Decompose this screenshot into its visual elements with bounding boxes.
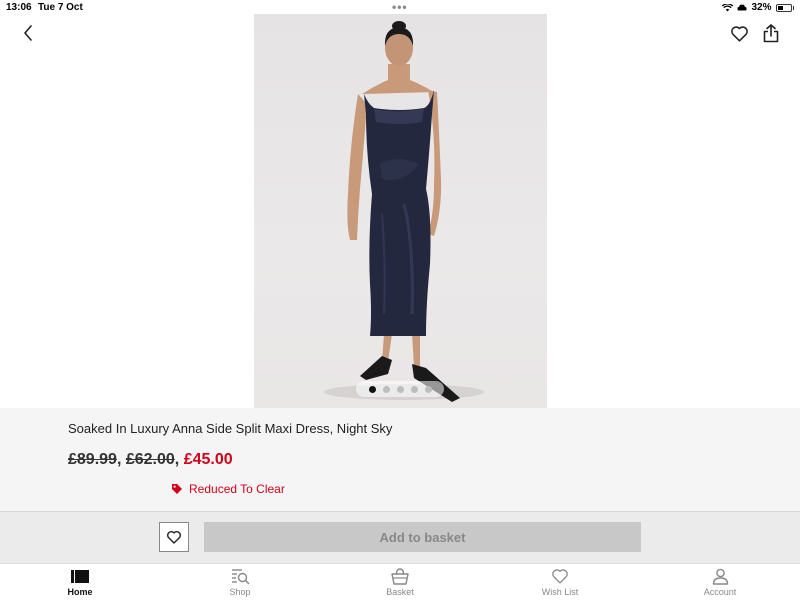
bottom-tab-bar: Home Shop Basket Wish List Account [0,563,800,600]
product-prices: £89.99, £62.00, £45.00 [68,451,233,469]
price-separator: , [116,451,122,468]
wishlist-toggle-button[interactable] [159,522,189,552]
add-to-wishlist-button[interactable] [727,21,751,45]
add-to-basket-button[interactable]: Add to basket [204,522,641,552]
price-tag-icon [172,484,182,494]
battery-percent: 32% [751,2,772,13]
product-info: Soaked In Luxury Anna Side Split Maxi Dr… [0,408,800,511]
product-title: Soaked In Luxury Anna Side Split Maxi Dr… [68,421,393,436]
heart-icon [550,567,570,585]
tab-label: Basket [386,587,414,597]
action-bar: Add to basket [0,511,800,563]
share-button[interactable] [759,21,783,45]
heart-icon [730,25,748,42]
chevron-left-icon [24,25,32,41]
carousel-dot-3[interactable] [396,385,404,393]
carousel-dot-2[interactable] [382,385,390,393]
tab-shop[interactable]: Shop [160,564,320,600]
status-time: 13:06 [6,2,32,13]
search-list-icon [230,567,250,585]
wifi-icon [722,3,734,11]
basket-icon [390,567,410,585]
status-bar: 13:06 Tue 7 Oct ••• 32% [0,0,800,14]
battery-icon [775,3,792,12]
tab-account[interactable]: Account [640,564,800,600]
back-button[interactable] [16,21,40,45]
tab-label: Account [703,587,737,597]
carousel-dot-1[interactable] [368,385,376,393]
tab-label: Home [67,587,93,597]
now-price: £45.00 [183,451,233,468]
tab-basket[interactable]: Basket [320,564,480,600]
price-separator: , [174,451,180,468]
multitasking-dots[interactable]: ••• [392,0,408,14]
was-price-2: £62.00 [125,451,175,468]
reduced-label: Reduced To Clear [189,482,285,496]
tab-label: Shop [229,587,251,597]
home-icon [70,567,90,585]
carousel-dot-4[interactable] [410,385,418,393]
share-icon [763,23,779,42]
tab-label: Wish List [541,587,579,597]
heart-icon [167,531,181,544]
product-image[interactable] [254,14,547,408]
reduced-badge: Reduced To Clear [171,482,285,496]
image-carousel-dots [356,381,444,397]
tab-wish-list[interactable]: Wish List [480,564,640,600]
was-price-1: £89.99 [68,451,117,468]
tab-home[interactable]: Home [0,564,160,600]
car-icon [737,4,747,10]
status-right: 32% [722,2,794,13]
person-icon [710,567,730,585]
carousel-dot-5[interactable] [424,385,432,393]
status-date: Tue 7 Oct [38,2,83,13]
dress-model-illustration [324,21,484,402]
